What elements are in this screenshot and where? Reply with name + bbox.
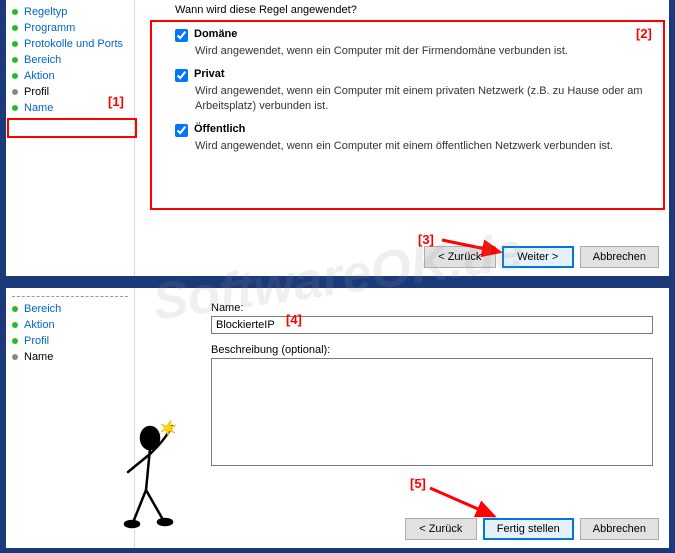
cancel-button-b[interactable]: Abbrechen — [580, 518, 659, 540]
sidebar-item-programm[interactable]: Programm — [6, 20, 134, 36]
bullet-icon — [12, 354, 18, 360]
wizard-sidebar-bottom: Bereich Aktion Profil Name — [6, 288, 134, 548]
checkbox-desc-privat: Wird angewendet, wenn ein Computer mit e… — [195, 84, 653, 113]
checkbox-desc-oeffentlich: Wird angewendet, wenn ein Computer mit e… — [195, 139, 653, 153]
checkbox-desc-domaene: Wird angewendet, wenn ein Computer mit d… — [195, 44, 653, 58]
arrow-icon-5 — [426, 484, 506, 524]
wizard-content-bottom: Name: Beschreibung (optional): < Zurück … — [134, 288, 669, 548]
wizard-panel-name: Bereich Aktion Profil Name Name: Beschre… — [6, 288, 669, 548]
bullet-icon — [12, 322, 18, 328]
sidebar-item-bereich[interactable]: Bereich — [6, 52, 134, 68]
annotation-num-5: [5] — [410, 476, 426, 491]
sidebar-item-regeltyp[interactable]: Regeltyp — [6, 4, 134, 20]
wizard-panel-profil: Regeltyp Programm Protokolle und Ports B… — [6, 0, 669, 276]
bullet-icon — [12, 89, 18, 95]
desc-label: Beschreibung (optional): — [211, 344, 653, 356]
name-input[interactable] — [211, 316, 653, 334]
sidebar-item-bereich-b[interactable]: Bereich — [6, 301, 134, 317]
annotation-num-4: [4] — [286, 312, 302, 327]
bullet-icon — [12, 73, 18, 79]
bullet-icon — [12, 41, 18, 47]
checkbox-label-oeffentlich: Öffentlich — [194, 123, 245, 135]
arrow-icon-3 — [438, 232, 510, 260]
cancel-button[interactable]: Abbrechen — [580, 246, 659, 268]
sidebar-item-aktion[interactable]: Aktion — [6, 68, 134, 84]
bullet-icon — [12, 25, 18, 31]
checkbox-label-privat: Privat — [194, 68, 225, 80]
checkbox-domaene[interactable] — [175, 29, 188, 42]
bullet-icon — [12, 306, 18, 312]
bullet-icon — [12, 338, 18, 344]
checkbox-privat[interactable] — [175, 69, 188, 82]
checkbox-label-domaene: Domäne — [194, 28, 237, 40]
annotation-num-3: [3] — [418, 232, 434, 247]
bullet-icon — [12, 57, 18, 63]
name-label: Name: — [211, 302, 653, 314]
annotation-num-1: [1] — [108, 94, 124, 109]
wizard-question: Wann wird diese Regel angewendet? — [151, 4, 653, 16]
wizard-sidebar-top: Regeltyp Programm Protokolle und Ports B… — [6, 0, 134, 276]
bullet-icon — [12, 9, 18, 15]
desc-textarea[interactable] — [211, 358, 653, 466]
sidebar-item-profil-b[interactable]: Profil — [6, 333, 134, 349]
sidebar-item-protokolle[interactable]: Protokolle und Ports — [6, 36, 134, 52]
next-button[interactable]: Weiter > — [502, 246, 574, 268]
checkbox-oeffentlich[interactable] — [175, 124, 188, 137]
wizard-content-top: Wann wird diese Regel angewendet? Domäne… — [134, 0, 669, 276]
sidebar-item-name-b[interactable]: Name — [6, 349, 134, 365]
sidebar-item-aktion-b[interactable]: Aktion — [6, 317, 134, 333]
bullet-icon — [12, 105, 18, 111]
annotation-num-2: [2] — [636, 26, 652, 41]
